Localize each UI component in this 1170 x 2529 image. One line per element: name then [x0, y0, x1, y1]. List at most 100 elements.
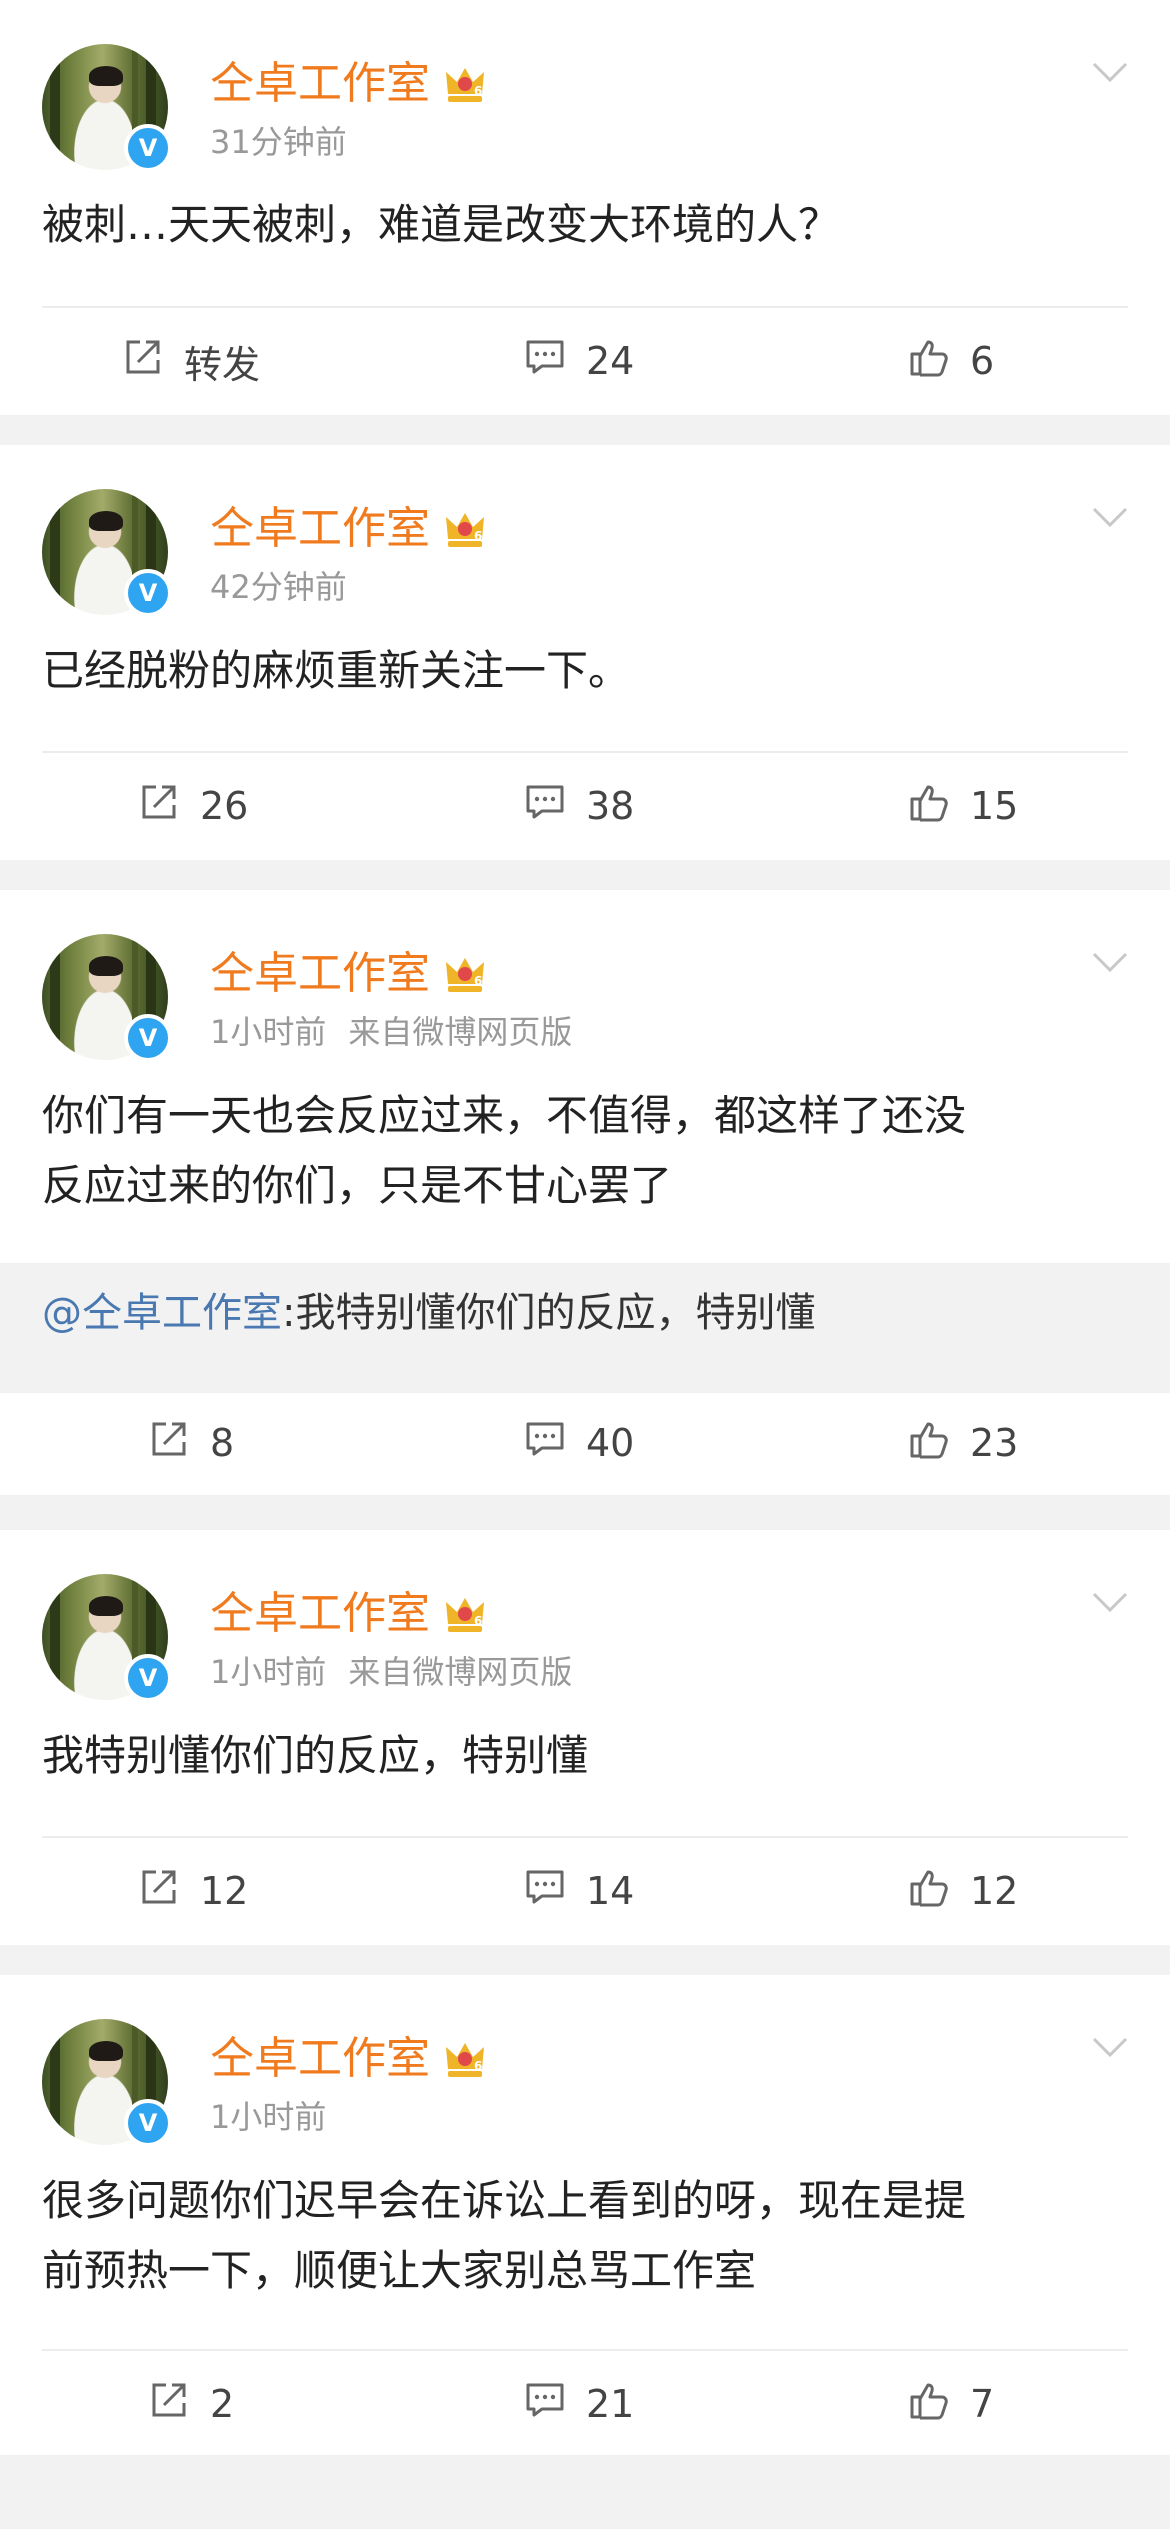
chevron-down-icon[interactable]	[1092, 1590, 1128, 1614]
like-icon	[906, 334, 970, 389]
post-meta: 1小时前 来自微博网页版	[210, 1652, 572, 1692]
svg-text:6: 6	[474, 529, 482, 543]
divider	[42, 2349, 1128, 2351]
like-button[interactable]: 6	[906, 316, 994, 406]
author-row: 仝卓工作室 6	[210, 503, 486, 555]
share-button[interactable]: 2	[146, 2359, 234, 2449]
post-time: 1小时前	[210, 2098, 327, 2136]
avatar[interactable]: V	[42, 44, 172, 172]
weibo-post[interactable]: V 仝卓工作室 6 31分钟前被刺…天天被刺，难道是改变大环境的人？ 转发 24 6	[0, 0, 1170, 415]
share-count: 8	[210, 1421, 235, 1465]
post-text[interactable]: 我特别懂你们的反应，特别懂	[42, 1721, 1128, 1791]
chevron-down-icon[interactable]	[1092, 950, 1128, 974]
author-name[interactable]: 仝卓工作室	[210, 948, 430, 1000]
action-bar: 2 21 7	[0, 2359, 1170, 2449]
share-icon	[146, 2377, 210, 2432]
action-bar: 12 14 12	[0, 1846, 1170, 1936]
verified-badge-icon: V	[124, 569, 172, 617]
post-text[interactable]: 你们有一天也会反应过来，不值得，都这样了还没 反应过来的你们，只是不甘心罢了	[42, 1081, 1128, 1221]
comment-count: 38	[586, 784, 635, 828]
crown-icon: 6	[444, 954, 486, 994]
like-count: 12	[970, 1869, 1019, 1913]
crown-icon: 6	[444, 64, 486, 104]
post-text[interactable]: 很多问题你们迟早会在诉讼上看到的呀，现在是提 前预热一下，顺便让大家别总骂工作室	[42, 2166, 1128, 2306]
author-row: 仝卓工作室 6	[210, 2033, 486, 2085]
share-button[interactable]: 8	[146, 1398, 234, 1488]
verified-badge-icon: V	[124, 2099, 172, 2147]
verified-badge-icon: V	[124, 1014, 172, 1062]
post-time: 1小时前	[210, 1013, 327, 1051]
share-count: 转发	[184, 342, 261, 387]
svg-text:6: 6	[474, 84, 482, 98]
share-icon	[146, 1416, 210, 1471]
share-count: 12	[200, 1869, 249, 1913]
weibo-post[interactable]: V 仝卓工作室 6 1小时前 来自微博网页版你们有一天也会反应过来，不值得，都这样了还没…	[0, 890, 1170, 1495]
verified-badge-icon: V	[124, 124, 172, 172]
comment-button[interactable]: 40	[522, 1398, 634, 1488]
divider	[42, 751, 1128, 753]
mention-link[interactable]: @仝卓工作室	[42, 1290, 282, 1336]
like-button[interactable]: 15	[906, 761, 1018, 851]
crown-icon: 6	[444, 2039, 486, 2079]
share-button[interactable]: 26	[136, 761, 248, 851]
chevron-down-icon[interactable]	[1092, 2035, 1128, 2059]
share-button[interactable]: 转发	[120, 316, 260, 406]
comment-count: 14	[586, 1869, 635, 1913]
post-text[interactable]: 已经脱粉的麻烦重新关注一下。	[42, 636, 1128, 706]
chevron-down-icon[interactable]	[1092, 505, 1128, 529]
author-name[interactable]: 仝卓工作室	[210, 1588, 430, 1640]
post-time: 31分钟前	[210, 123, 347, 161]
post-meta: 31分钟前	[210, 122, 347, 162]
comment-icon	[522, 779, 586, 834]
comment-button[interactable]: 21	[522, 2359, 634, 2449]
share-button[interactable]: 12	[136, 1846, 248, 1936]
like-count: 6	[970, 339, 995, 383]
comment-icon	[522, 334, 586, 389]
post-source: 来自微博网页版	[348, 1013, 573, 1051]
like-button[interactable]: 7	[906, 2359, 994, 2449]
weibo-post[interactable]: V 仝卓工作室 6 1小时前 来自微博网页版我特别懂你们的反应，特别懂 12 14 12	[0, 1530, 1170, 1945]
action-bar: 8 40 23	[0, 1398, 1170, 1488]
like-count: 15	[970, 784, 1019, 828]
svg-text:6: 6	[474, 974, 482, 988]
repost-text: :我特别懂你们的反应，特别懂	[282, 1290, 816, 1336]
post-text[interactable]: 被刺…天天被刺，难道是改变大环境的人？	[42, 190, 1128, 260]
post-time: 42分钟前	[210, 568, 347, 606]
like-icon	[906, 1864, 970, 1919]
repost-box[interactable]: @仝卓工作室:我特别懂你们的反应，特别懂	[0, 1263, 1170, 1393]
like-count: 23	[970, 1421, 1019, 1465]
weibo-post[interactable]: V 仝卓工作室 6 1小时前很多问题你们迟早会在诉讼上看到的呀，现在是提 前预热一下，…	[0, 1975, 1170, 2455]
avatar[interactable]: V	[42, 934, 172, 1062]
comment-button[interactable]: 24	[522, 316, 634, 406]
share-icon	[136, 779, 200, 834]
comment-button[interactable]: 14	[522, 1846, 634, 1936]
avatar[interactable]: V	[42, 1574, 172, 1702]
post-source: 来自微博网页版	[348, 1653, 573, 1691]
comment-button[interactable]: 38	[522, 761, 634, 851]
author-name[interactable]: 仝卓工作室	[210, 503, 430, 555]
share-icon	[120, 334, 184, 389]
divider	[42, 1836, 1128, 1838]
avatar[interactable]: V	[42, 2019, 172, 2147]
svg-text:6: 6	[474, 1614, 482, 1628]
comment-count: 21	[586, 2382, 635, 2426]
like-button[interactable]: 23	[906, 1398, 1018, 1488]
comment-icon	[522, 1416, 586, 1471]
weibo-post[interactable]: V 仝卓工作室 6 42分钟前已经脱粉的麻烦重新关注一下。 26 38 15	[0, 445, 1170, 860]
like-button[interactable]: 12	[906, 1846, 1018, 1936]
chevron-down-icon[interactable]	[1092, 60, 1128, 84]
comment-icon	[522, 1864, 586, 1919]
author-name[interactable]: 仝卓工作室	[210, 2033, 430, 2085]
post-time: 1小时前	[210, 1653, 327, 1691]
divider	[42, 306, 1128, 308]
comment-count: 24	[586, 339, 635, 383]
post-meta: 42分钟前	[210, 567, 347, 607]
action-bar: 26 38 15	[0, 761, 1170, 851]
author-row: 仝卓工作室 6	[210, 1588, 486, 1640]
post-meta: 1小时前	[210, 2097, 326, 2137]
like-count: 7	[970, 2382, 995, 2426]
like-icon	[906, 1416, 970, 1471]
action-bar: 转发 24 6	[0, 316, 1170, 406]
avatar[interactable]: V	[42, 489, 172, 617]
author-name[interactable]: 仝卓工作室	[210, 58, 430, 110]
